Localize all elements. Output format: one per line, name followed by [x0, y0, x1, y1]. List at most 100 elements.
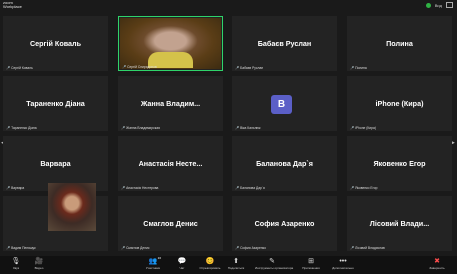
participant-name-label: 🎤Лісовий Владислав [348, 245, 387, 251]
shield-icon[interactable] [425, 2, 431, 8]
muted-mic-icon: 🎤 [122, 65, 127, 69]
participant-name: Яковенко Егор [355, 186, 378, 190]
muted-mic-icon: 🎤 [6, 66, 11, 70]
participant-display-name: Полина [386, 39, 413, 48]
meeting-controls: 🎙 Звук 🎥 Видео 👥 Участники 16 💬 Чат 😊 Отреагироват… [0, 256, 457, 274]
video-button-label: Видео [34, 266, 44, 270]
participant-count: 16 [157, 256, 161, 260]
participant-name: Смаглов Денис [126, 246, 150, 250]
share-button[interactable]: ⬆ Поделиться [219, 257, 253, 271]
participant-name: Віка Кальнюк [240, 126, 261, 130]
participant-name-label: 🎤Тараненко Діана [4, 125, 39, 131]
participant-name-label: 🎤Віка Кальнюк [233, 125, 262, 131]
host-tools-button[interactable]: ✎ Инструменты организатора [255, 257, 294, 271]
end-icon: ✖ [434, 258, 440, 265]
participant-name: Вадим Пеляшук [11, 246, 36, 250]
participant-display-name: София Азаренко [254, 219, 315, 228]
muted-mic-icon: 🎤 [6, 126, 11, 130]
muted-mic-icon: 🎤 [121, 246, 126, 250]
host-tools-button-label: Инструменты организатора [255, 266, 294, 270]
logo-line2: Workplace [3, 4, 22, 9]
participant-name-label: 🎤Баланова Дар`я [233, 185, 267, 191]
video-button[interactable]: 🎥 Видео [22, 257, 56, 271]
zoom-logo: zoom Workplace [3, 1, 22, 9]
participant-tile[interactable]: 🎤Сергій Спиридонов [118, 16, 223, 71]
muted-mic-icon: 🎤 [350, 186, 355, 190]
participant-tile[interactable]: Анастасія Несте... 🎤Анастасія Нестерова [118, 136, 223, 191]
participant-name-label: 🎤Бабаєв Руслан [233, 65, 265, 71]
participant-tile[interactable]: Сергій Коваль 🎤Сергій Коваль [3, 16, 108, 71]
participant-tile[interactable]: Яковенко Егор 🎤Яковенко Егор [347, 136, 452, 191]
participant-display-name: Анастасія Несте... [138, 159, 203, 168]
participant-video [120, 18, 221, 69]
top-bar: zoom Workplace Вид [0, 0, 457, 12]
participant-name: Бабаєв Руслан [240, 66, 264, 70]
more-button-label: Дополнительно [332, 266, 354, 270]
muted-mic-icon: 🎤 [235, 66, 240, 70]
share-button-label: Поделиться [227, 266, 245, 270]
participant-name-label: 🎤София Азаренко [233, 245, 268, 251]
participant-display-name: Яковенко Егор [373, 159, 426, 168]
participant-name: Сергій Коваль [11, 66, 33, 70]
more-button[interactable]: ••• Дополнительно [326, 257, 360, 271]
participant-display-name: Варвара [40, 159, 71, 168]
profile-picture [48, 183, 96, 231]
participant-tile[interactable]: Тараненко Діана 🎤Тараненко Діана [3, 76, 108, 131]
end-button[interactable]: ✖ Завершить [420, 257, 454, 271]
participant-name: Тараненко Діана [11, 126, 37, 130]
participant-display-name: Сергій Коваль [29, 39, 82, 48]
participant-name: Сергій Спиридонов [127, 65, 157, 69]
participant-display-name: Смаглов Денис [143, 219, 198, 228]
participant-name: София Азаренко [240, 246, 266, 250]
participant-display-name: Бабаєв Руслан [257, 39, 312, 48]
participant-name: Баланова Дар`я [240, 186, 265, 190]
more-icon: ••• [339, 258, 347, 265]
apps-button[interactable]: ⊞ Приложения [294, 257, 328, 271]
participant-name: Анастасія Нестерова [126, 186, 159, 190]
participant-name-label: 🎤Жанна Владимирская [119, 125, 162, 131]
muted-mic-icon: 🎤 [235, 186, 240, 190]
share-icon: ⬆ [233, 258, 239, 265]
participant-tile[interactable]: Смаглов Денис 🎤Смаглов Денис [118, 196, 223, 251]
participant-display-name: Жанна Владим... [140, 99, 201, 108]
muted-mic-icon: 🎤 [6, 186, 11, 190]
muted-mic-icon: 🎤 [350, 66, 355, 70]
view-button[interactable]: Вид [435, 3, 442, 8]
participant-tile[interactable]: 🎤Вадим Пеляшук [3, 183, 108, 251]
participant-name: Варвара [11, 186, 25, 190]
apps-button-label: Приложения [302, 266, 320, 270]
avatar: B [271, 95, 292, 114]
participant-name-label: 🎤Полина [348, 65, 369, 71]
window-icon[interactable] [446, 2, 453, 8]
muted-mic-icon: 🎤 [121, 126, 126, 130]
end-button-label: Завершить [429, 266, 445, 270]
participant-tile[interactable]: B 🎤Віка Кальнюк [232, 76, 337, 131]
participant-name-label: 🎤Сергій Коваль [4, 65, 35, 71]
muted-mic-icon: 🎤 [121, 186, 126, 190]
participant-tile[interactable]: Баланова Дар`я 🎤Баланова Дар`я [232, 136, 337, 191]
participant-name-label: 🎤Анастасія Нестерова [119, 185, 160, 191]
participant-tile[interactable]: Бабаєв Руслан 🎤Бабаєв Руслан [232, 16, 337, 71]
participant-name: Полина [355, 66, 367, 70]
muted-mic-icon: 🎤 [350, 126, 355, 130]
participant-name-label: 🎤Сергій Спиридонов [120, 64, 159, 70]
video-icon: 🎥 [34, 258, 44, 265]
participant-name: iPhone (Кира) [355, 126, 376, 130]
muted-mic-icon: 🎤 [6, 246, 11, 250]
muted-mic-icon: 🎤 [350, 246, 355, 250]
participant-name-label: 🎤iPhone (Кира) [348, 125, 378, 131]
apps-icon: ⊞ [308, 258, 314, 265]
participant-display-name: Баланова Дар`я [256, 159, 313, 168]
participant-tile[interactable]: Жанна Владим... 🎤Жанна Владимирская [118, 76, 223, 131]
participant-tile[interactable]: Полина 🎤Полина [347, 16, 452, 71]
participant-tile[interactable]: iPhone (Кира) 🎤iPhone (Кира) [347, 76, 452, 131]
participant-display-name: Тараненко Діана [26, 99, 85, 108]
participant-grid: Сергій Коваль 🎤Сергій Коваль 🎤Сергій Спири… [3, 16, 454, 254]
participant-name-label: 🎤Смаглов Денис [119, 245, 152, 251]
participant-name-label: 🎤Вадим Пеляшук [4, 245, 38, 251]
participant-tile[interactable]: Лісовий Влади... 🎤Лісовий Владислав [347, 196, 452, 251]
participant-tile[interactable]: София Азаренко 🎤София Азаренко [232, 196, 337, 251]
participant-display-name: Лісовий Влади... [369, 219, 430, 228]
participant-name-label: 🎤Варвара [4, 185, 26, 191]
muted-mic-icon: 🎤 [235, 246, 240, 250]
